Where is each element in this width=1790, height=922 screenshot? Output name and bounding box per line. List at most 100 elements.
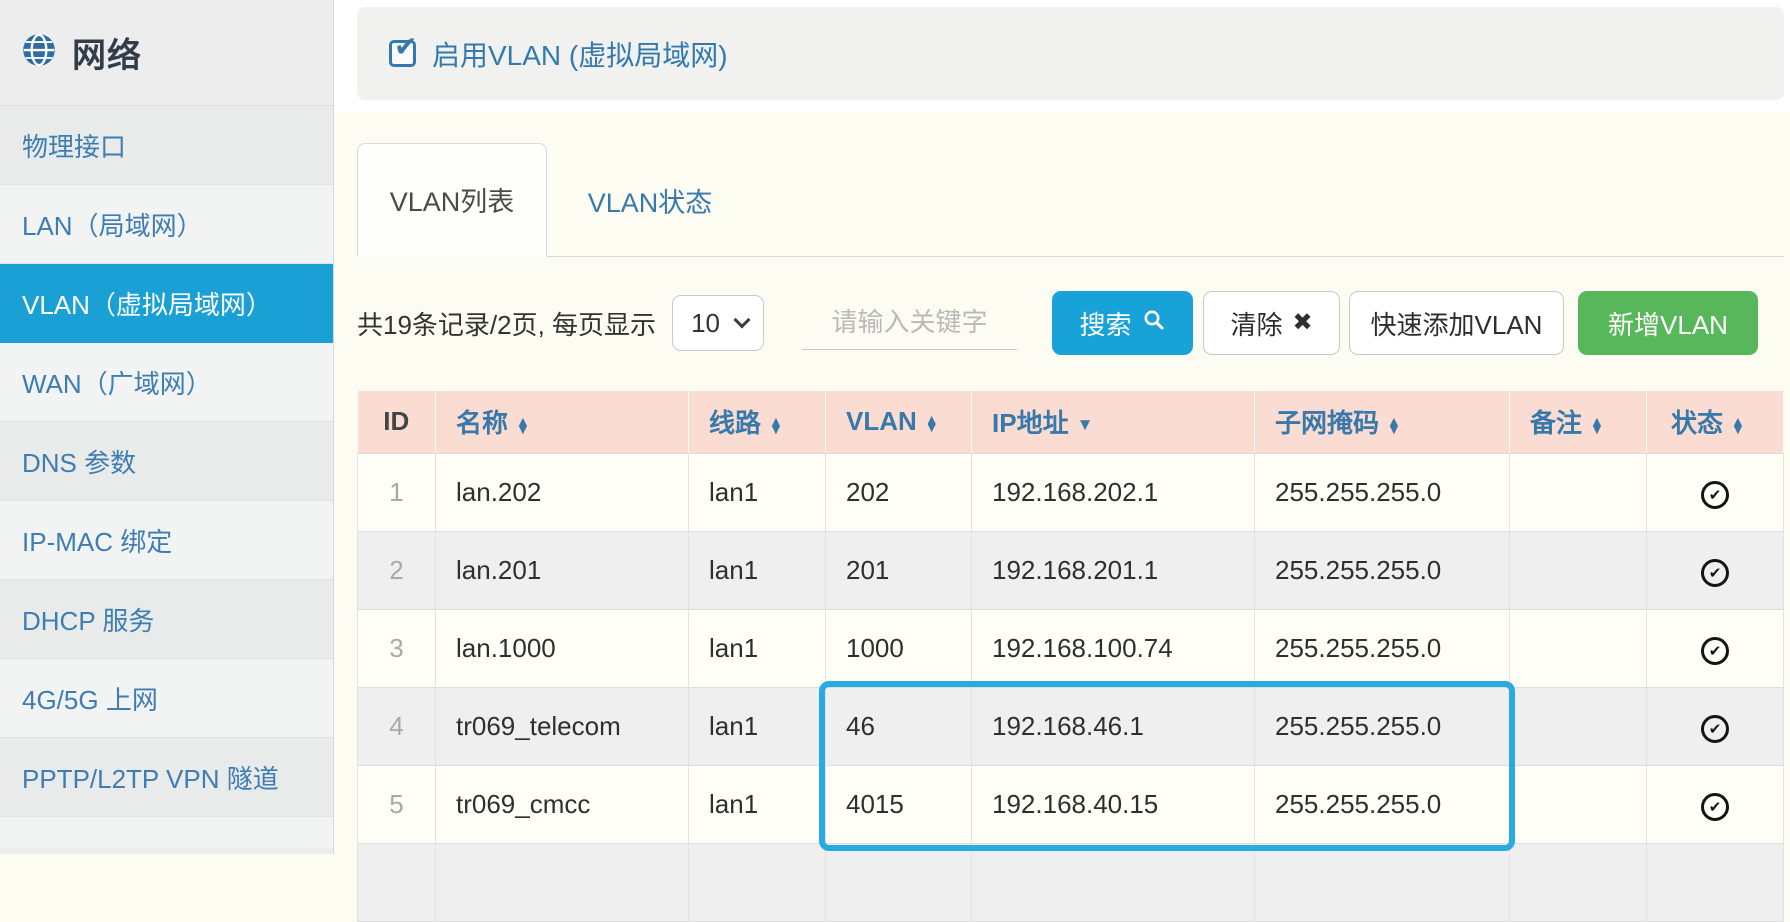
- sidebar-item-vlan[interactable]: VLAN（虚拟局域网）: [0, 264, 333, 343]
- check-circle-icon[interactable]: ✔: [1701, 559, 1729, 587]
- records-count-text: 共19条记录/2页, 每页显示: [357, 305, 656, 342]
- sidebar-item-label: IP-MAC 绑定: [22, 522, 172, 559]
- cell-id: 5: [358, 765, 436, 843]
- header-status[interactable]: 状态 ▲▼: [1647, 391, 1784, 453]
- tab-vlan-status[interactable]: VLAN状态: [547, 143, 753, 257]
- header-label: 名称: [456, 408, 508, 438]
- tab-bar: VLAN列表 VLAN状态: [357, 143, 1784, 257]
- header-remark[interactable]: 备注 ▲▼: [1510, 391, 1647, 453]
- sidebar-item-dhcp[interactable]: DHCP 服务: [0, 580, 333, 659]
- quick-add-button-label: 快速添加VLAN: [1371, 305, 1543, 342]
- tab-label: VLAN状态: [588, 181, 713, 220]
- cell-remark: [1510, 843, 1647, 921]
- table-row: [358, 843, 1784, 921]
- cell-line: lan1: [689, 765, 826, 843]
- cell-mask: 255.255.255.0: [1255, 609, 1510, 687]
- enable-vlan-label[interactable]: 启用VLAN (虚拟局域网): [432, 34, 728, 74]
- globe-icon: [20, 31, 58, 74]
- sort-arrows-icon: ▲▼: [925, 415, 939, 432]
- cell-status: ✔: [1647, 531, 1784, 609]
- cell-ip: 192.168.40.15: [972, 765, 1255, 843]
- header-vlan[interactable]: VLAN▲▼: [826, 391, 972, 453]
- cell-id: 1: [358, 453, 436, 531]
- header-label: IP地址: [992, 408, 1069, 438]
- checked-checkbox-icon[interactable]: ✔: [389, 40, 416, 67]
- sidebar-item-physical-interface[interactable]: 物理接口: [0, 106, 333, 185]
- page-size-select[interactable]: 10: [672, 295, 764, 351]
- sidebar-item-label: VLAN（虚拟局域网）: [22, 285, 272, 322]
- search-button-label: 搜索: [1079, 305, 1131, 342]
- cell-name: [436, 843, 689, 921]
- sort-arrows-icon: ▲▼: [769, 417, 783, 434]
- header-label: 子网掩码: [1275, 408, 1379, 438]
- cell-name: tr069_cmcc: [436, 765, 689, 843]
- check-circle-icon[interactable]: ✔: [1701, 637, 1729, 665]
- cell-mask: 255.255.255.0: [1255, 453, 1510, 531]
- header-label: 备注: [1530, 408, 1582, 438]
- cell-id: 2: [358, 531, 436, 609]
- cell-mask: 255.255.255.0: [1255, 687, 1510, 765]
- clear-button[interactable]: 清除 ✖: [1203, 291, 1340, 355]
- cell-ip: 192.168.202.1: [972, 453, 1255, 531]
- cell-remark: [1510, 687, 1647, 765]
- check-circle-icon[interactable]: ✔: [1701, 793, 1729, 821]
- table-row: 3 lan.1000 lan1 1000 192.168.100.74 255.…: [358, 609, 1784, 687]
- sidebar-item-partial[interactable]: [0, 817, 333, 848]
- cell-line: lan1: [689, 687, 826, 765]
- sidebar-item-label: LAN（局域网）: [22, 206, 203, 243]
- sidebar-item-dns[interactable]: DNS 参数: [0, 422, 333, 501]
- cell-name: lan.201: [436, 531, 689, 609]
- sort-arrows-icon: ▲▼: [1731, 417, 1745, 434]
- cell-status: ✔: [1647, 765, 1784, 843]
- cell-name: lan.1000: [436, 609, 689, 687]
- sidebar-item-label: WAN（广域网）: [22, 364, 212, 401]
- enable-vlan-panel: ✔ 启用VLAN (虚拟局域网): [357, 7, 1784, 100]
- header-label: 线路: [709, 408, 761, 438]
- search-button[interactable]: 搜索: [1052, 291, 1193, 355]
- header-line[interactable]: 线路 ▲▼: [689, 391, 826, 453]
- cell-name: lan.202: [436, 453, 689, 531]
- check-circle-icon[interactable]: ✔: [1701, 715, 1729, 743]
- table-row-highlighted: 5 tr069_cmcc lan1 4015 192.168.40.15 255…: [358, 765, 1784, 843]
- table-row: 2 lan.201 lan1 201 192.168.201.1 255.255…: [358, 531, 1784, 609]
- quick-add-vlan-button[interactable]: 快速添加VLAN: [1349, 291, 1564, 355]
- add-vlan-button[interactable]: 新增VLAN: [1578, 291, 1758, 355]
- cell-line: lan1: [689, 453, 826, 531]
- cell-ip: [972, 843, 1255, 921]
- page-size-select-wrap: 10: [672, 295, 764, 351]
- cell-vlan: 1000: [826, 609, 972, 687]
- clear-button-label: 清除: [1230, 305, 1282, 342]
- header-mask[interactable]: 子网掩码 ▲▼: [1255, 391, 1510, 453]
- sort-arrows-icon: ▲▼: [1387, 417, 1401, 434]
- sort-arrows-icon: ▲▼: [1590, 417, 1604, 434]
- cell-mask: [1255, 843, 1510, 921]
- search-input[interactable]: [802, 296, 1017, 350]
- cell-remark: [1510, 765, 1647, 843]
- sidebar-item-wan[interactable]: WAN（广域网）: [0, 343, 333, 422]
- cell-status: [1647, 843, 1784, 921]
- header-name[interactable]: 名称 ▲▼: [436, 391, 689, 453]
- header-label: 状态: [1671, 408, 1723, 438]
- sidebar-item-label: DHCP 服务: [22, 601, 154, 638]
- cell-id: [358, 843, 436, 921]
- top-strip: ✔ 启用VLAN (虚拟局域网): [334, 0, 1790, 112]
- tab-vlan-list[interactable]: VLAN列表: [357, 143, 547, 257]
- cell-vlan: 201: [826, 531, 972, 609]
- cell-remark: [1510, 609, 1647, 687]
- main-content: ✔ 启用VLAN (虚拟局域网) VLAN列表 VLAN状态 共19条记录/2页…: [334, 0, 1790, 854]
- cell-line: lan1: [689, 609, 826, 687]
- magnifier-icon: [1142, 308, 1166, 339]
- header-ip[interactable]: IP地址▼: [972, 391, 1255, 453]
- sidebar-header: 网络: [0, 0, 333, 106]
- sidebar-item-ip-mac[interactable]: IP-MAC 绑定: [0, 501, 333, 580]
- sidebar-item-lan[interactable]: LAN（局域网）: [0, 185, 333, 264]
- check-circle-icon[interactable]: ✔: [1701, 481, 1729, 509]
- table-header-row: ID 名称 ▲▼ 线路 ▲▼ VLAN▲▼ IP地址▼ 子网掩码 ▲▼ 备注 ▲▼ 状态…: [358, 391, 1784, 453]
- sidebar-item-4g5g[interactable]: 4G/5G 上网: [0, 659, 333, 738]
- sidebar-item-label: 4G/5G 上网: [22, 680, 158, 717]
- cell-status: ✔: [1647, 609, 1784, 687]
- sidebar-item-pptp-l2tp[interactable]: PPTP/L2TP VPN 隧道: [0, 738, 333, 817]
- cell-status: ✔: [1647, 687, 1784, 765]
- sort-arrows-icon: ▲▼: [516, 417, 530, 434]
- header-id[interactable]: ID: [358, 391, 436, 453]
